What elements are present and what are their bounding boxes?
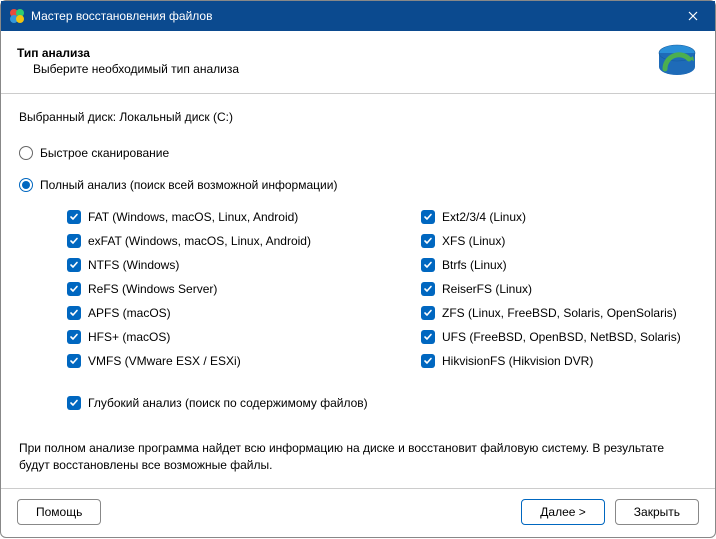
filesystem-checkbox[interactable]: FAT (Windows, macOS, Linux, Android) xyxy=(67,210,311,224)
deep-analysis-checkbox[interactable]: Глубокий анализ (поиск по содержимому фа… xyxy=(67,396,697,410)
filesystem-label: UFS (FreeBSD, OpenBSD, NetBSD, Solaris) xyxy=(442,330,681,344)
filesystem-checkbox[interactable]: ReiserFS (Linux) xyxy=(421,282,681,296)
checkbox-checked-icon xyxy=(67,210,81,224)
filesystem-grid: FAT (Windows, macOS, Linux, Android) exFA… xyxy=(67,210,697,368)
deep-analysis-label: Глубокий анализ (поиск по содержимому фа… xyxy=(88,396,368,410)
checkbox-checked-icon xyxy=(421,330,435,344)
filesystem-checkbox[interactable]: ZFS (Linux, FreeBSD, Solaris, OpenSolari… xyxy=(421,306,681,320)
filesystem-label: VMFS (VMware ESX / ESXi) xyxy=(88,354,241,368)
wizard-header: Тип анализа Выберите необходимый тип ана… xyxy=(1,31,715,94)
filesystem-checkbox[interactable]: UFS (FreeBSD, OpenBSD, NetBSD, Solaris) xyxy=(421,330,681,344)
quick-scan-radio[interactable]: Быстрое сканирование xyxy=(19,146,697,160)
filesystem-label: FAT (Windows, macOS, Linux, Android) xyxy=(88,210,298,224)
filesystem-checkbox[interactable]: ReFS (Windows Server) xyxy=(67,282,311,296)
filesystem-label: APFS (macOS) xyxy=(88,306,171,320)
checkbox-checked-icon xyxy=(67,234,81,248)
description-text: При полном анализе программа найдет всю … xyxy=(1,424,715,474)
selected-disk-label: Выбранный диск: xyxy=(19,110,116,124)
filesystem-label: Btrfs (Linux) xyxy=(442,258,507,272)
filesystem-label: exFAT (Windows, macOS, Linux, Android) xyxy=(88,234,311,248)
app-logo-icon xyxy=(9,8,25,24)
close-window-button[interactable] xyxy=(671,1,715,31)
checkbox-checked-icon xyxy=(67,282,81,296)
filesystem-checkbox[interactable]: APFS (macOS) xyxy=(67,306,311,320)
checkbox-checked-icon xyxy=(67,354,81,368)
checkbox-checked-icon xyxy=(67,258,81,272)
filesystem-label: XFS (Linux) xyxy=(442,234,505,248)
filesystem-checkbox[interactable]: HFS+ (macOS) xyxy=(67,330,311,344)
close-icon xyxy=(688,11,698,21)
filesystem-column-right: Ext2/3/4 (Linux) XFS (Linux) Btrfs (Linux)… xyxy=(421,210,681,368)
filesystem-checkbox[interactable]: exFAT (Windows, macOS, Linux, Android) xyxy=(67,234,311,248)
page-title: Тип анализа xyxy=(17,46,655,60)
filesystem-label: HikvisionFS (Hikvision DVR) xyxy=(442,354,593,368)
page-subtitle: Выберите необходимый тип анализа xyxy=(17,62,655,76)
checkbox-checked-icon xyxy=(421,306,435,320)
recovery-disk-icon xyxy=(655,39,699,83)
help-button[interactable]: Помощь xyxy=(17,499,101,525)
filesystem-checkbox[interactable]: Btrfs (Linux) xyxy=(421,258,681,272)
wizard-footer: Помощь Далее > Закрыть xyxy=(1,488,715,539)
full-scan-radio[interactable]: Полный анализ (поиск всей возможной инфо… xyxy=(19,178,697,192)
filesystem-label: NTFS (Windows) xyxy=(88,258,179,272)
checkbox-checked-icon xyxy=(67,396,81,410)
filesystem-checkbox[interactable]: NTFS (Windows) xyxy=(67,258,311,272)
quick-scan-label: Быстрое сканирование xyxy=(40,146,169,160)
radio-unchecked-icon xyxy=(19,146,33,160)
filesystem-checkbox[interactable]: XFS (Linux) xyxy=(421,234,681,248)
filesystem-label: HFS+ (macOS) xyxy=(88,330,170,344)
filesystem-checkbox[interactable]: Ext2/3/4 (Linux) xyxy=(421,210,681,224)
checkbox-checked-icon xyxy=(421,258,435,272)
filesystem-label: ReFS (Windows Server) xyxy=(88,282,217,296)
next-button[interactable]: Далее > xyxy=(521,499,605,525)
filesystem-checkbox[interactable]: VMFS (VMware ESX / ESXi) xyxy=(67,354,311,368)
checkbox-checked-icon xyxy=(421,354,435,368)
titlebar: Мастер восстановления файлов xyxy=(1,1,715,31)
filesystem-checkbox[interactable]: HikvisionFS (Hikvision DVR) xyxy=(421,354,681,368)
filesystem-label: ZFS (Linux, FreeBSD, Solaris, OpenSolari… xyxy=(442,306,677,320)
close-button[interactable]: Закрыть xyxy=(615,499,699,525)
selected-disk-line: Выбранный диск: Локальный диск (C:) xyxy=(19,110,697,124)
checkbox-checked-icon xyxy=(421,282,435,296)
checkbox-checked-icon xyxy=(67,330,81,344)
checkbox-checked-icon xyxy=(421,234,435,248)
full-scan-label: Полный анализ (поиск всей возможной инфо… xyxy=(40,178,337,192)
checkbox-checked-icon xyxy=(421,210,435,224)
radio-checked-icon xyxy=(19,178,33,192)
checkbox-checked-icon xyxy=(67,306,81,320)
selected-disk-value: Локальный диск (C:) xyxy=(119,110,233,124)
filesystem-column-left: FAT (Windows, macOS, Linux, Android) exFA… xyxy=(67,210,311,368)
filesystem-label: ReiserFS (Linux) xyxy=(442,282,532,296)
filesystem-label: Ext2/3/4 (Linux) xyxy=(442,210,526,224)
window-title: Мастер восстановления файлов xyxy=(31,9,671,23)
